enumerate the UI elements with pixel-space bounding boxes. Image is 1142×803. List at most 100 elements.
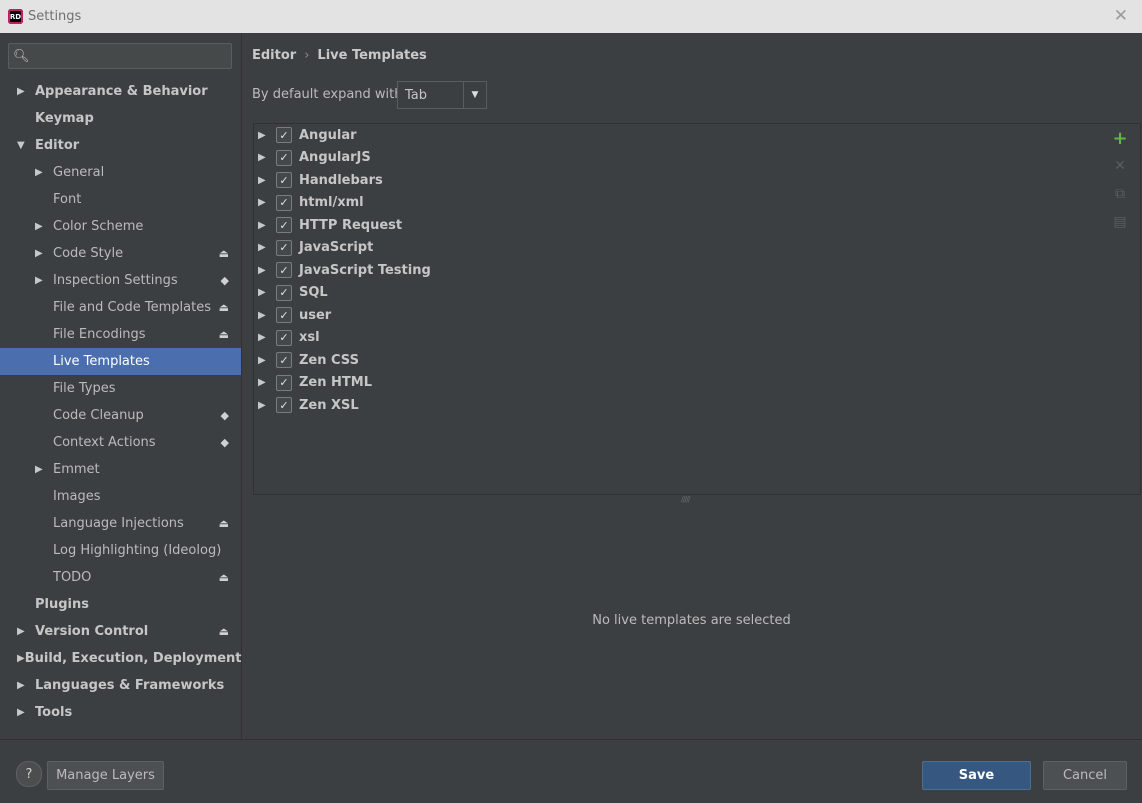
template-group-checkbox[interactable]: ✓ — [276, 352, 292, 369]
sidebar-item[interactable]: Context Actions ◆ — [0, 429, 241, 456]
sidebar-item[interactable]: ▼ Editor — [0, 132, 241, 159]
copy-icon[interactable]: ⧉ — [1106, 180, 1134, 208]
sidebar-item[interactable]: File Types — [0, 375, 241, 402]
chevron-right-icon[interactable]: ▶ — [35, 248, 53, 259]
template-group-label: Angular — [299, 127, 357, 143]
chevron-right-icon[interactable]: ▶ — [17, 707, 35, 718]
template-group-checkbox[interactable]: ✓ — [276, 307, 292, 324]
chevron-right-icon[interactable]: ▶ — [258, 130, 276, 141]
search-box[interactable]: 🔍︎ — [8, 43, 232, 69]
restore-icon[interactable]: ▤ — [1106, 208, 1134, 236]
chevron-right-icon[interactable]: ▶ — [258, 220, 276, 231]
sidebar-item[interactable]: Code Cleanup ◆ — [0, 402, 241, 429]
sidebar-item[interactable]: Font — [0, 186, 241, 213]
template-group-row[interactable]: ▶ ✓ JavaScript Testing — [254, 259, 1101, 282]
sidebar-item[interactable]: Keymap — [0, 105, 241, 132]
search-input[interactable] — [29, 48, 231, 64]
sidebar-item-label: File and Code Templates — [53, 300, 211, 315]
sidebar-item[interactable]: ▶ Tools — [0, 699, 241, 726]
chevron-right-icon[interactable]: ▶ — [17, 653, 25, 664]
sidebar-item[interactable]: ▶ Code Style ⏏ — [0, 240, 241, 267]
sidebar-item[interactable]: ▶ Inspection Settings ◆ — [0, 267, 241, 294]
template-group-row[interactable]: ▶ ✓ HTTP Request — [254, 214, 1101, 237]
chevron-right-icon[interactable]: ▶ — [258, 175, 276, 186]
sidebar-item[interactable]: ▶ Languages & Frameworks — [0, 672, 241, 699]
save-button[interactable]: Save — [922, 761, 1031, 790]
template-group-checkbox[interactable]: ✓ — [276, 194, 292, 211]
close-icon[interactable]: ✕ — [1106, 152, 1134, 180]
chevron-right-icon[interactable]: ▶ — [17, 680, 35, 691]
sidebar-item-label: Build, Execution, Deployment — [24, 651, 242, 666]
chevron-right-icon[interactable]: ▶ — [17, 86, 35, 97]
template-group-checkbox[interactable]: ✓ — [276, 149, 292, 166]
template-group-label: Zen HTML — [299, 375, 372, 391]
chevron-right-icon[interactable]: ▶ — [35, 221, 53, 232]
lock-icon: ⏏ — [218, 625, 229, 638]
chevron-down-icon[interactable]: ▼ — [17, 140, 35, 151]
template-group-row[interactable]: ▶ ✓ html/xml — [254, 192, 1101, 215]
sidebar-item[interactable]: ▶ Color Scheme — [0, 213, 241, 240]
chevron-right-icon[interactable]: ▶ — [258, 242, 276, 253]
chevron-right-icon[interactable]: ▶ — [35, 464, 53, 475]
plus-icon[interactable]: + — [1106, 124, 1134, 152]
sidebar-item[interactable]: ▶ Appearance & Behavior — [0, 78, 241, 105]
sidebar-item-label: Plugins — [35, 597, 89, 612]
template-group-checkbox[interactable]: ✓ — [276, 329, 292, 346]
chevron-right-icon[interactable]: ▶ — [258, 287, 276, 298]
sidebar-item[interactable]: TODO ⏏ — [0, 564, 241, 591]
sidebar-item-label: Live Templates — [53, 354, 150, 369]
sidebar-item[interactable]: Plugins — [0, 591, 241, 618]
chevron-right-icon[interactable]: ▶ — [258, 400, 276, 411]
chevron-right-icon[interactable]: ▶ — [258, 197, 276, 208]
template-group-checkbox[interactable]: ✓ — [276, 239, 292, 256]
template-group-label: xsl — [299, 330, 320, 346]
sidebar-item[interactable]: Language Injections ⏏ — [0, 510, 241, 537]
cancel-button[interactable]: Cancel — [1043, 761, 1127, 790]
template-group-checkbox[interactable]: ✓ — [276, 127, 292, 144]
sidebar-item[interactable]: ▶ Build, Execution, Deployment — [0, 645, 242, 672]
sidebar-item[interactable]: Live Templates — [0, 348, 241, 375]
help-button[interactable]: ? — [16, 761, 42, 787]
template-group-row[interactable]: ▶ ✓ Zen HTML — [254, 372, 1101, 395]
sidebar-item[interactable]: File Encodings ⏏ — [0, 321, 241, 348]
sidebar-item[interactable]: File and Code Templates ⏏ — [0, 294, 241, 321]
template-group-row[interactable]: ▶ ✓ JavaScript — [254, 237, 1101, 260]
chevron-right-icon[interactable]: ▶ — [35, 275, 53, 286]
chevron-right-icon[interactable]: ▶ — [258, 265, 276, 276]
chevron-right-icon[interactable]: ▶ — [258, 355, 276, 366]
search-icon[interactable]: 🔍︎ — [13, 49, 30, 64]
template-group-checkbox[interactable]: ✓ — [276, 172, 292, 189]
chevron-right-icon[interactable]: ▶ — [258, 310, 276, 321]
template-group-row[interactable]: ▶ ✓ Handlebars — [254, 169, 1101, 192]
template-group-checkbox[interactable]: ✓ — [276, 262, 292, 279]
template-group-checkbox[interactable]: ✓ — [276, 217, 292, 234]
template-group-row[interactable]: ▶ ✓ AngularJS — [254, 147, 1101, 170]
chevron-down-icon[interactable]: ▼ — [463, 82, 486, 108]
manage-layers-button[interactable]: Manage Layers — [47, 761, 164, 790]
chevron-right-icon[interactable]: ▶ — [258, 152, 276, 163]
template-group-row[interactable]: ▶ ✓ Zen XSL — [254, 394, 1101, 417]
sidebar-item-label: Version Control — [35, 624, 149, 639]
sidebar-item[interactable]: Images — [0, 483, 241, 510]
layers-icon: ◆ — [220, 436, 229, 449]
chevron-right-icon[interactable]: ▶ — [35, 167, 53, 178]
template-group-row[interactable]: ▶ ✓ xsl — [254, 327, 1101, 350]
close-icon[interactable]: ✕ — [1114, 6, 1128, 26]
template-group-checkbox[interactable]: ✓ — [276, 397, 292, 414]
chevron-right-icon[interactable]: ▶ — [258, 332, 276, 343]
template-group-row[interactable]: ▶ ✓ user — [254, 304, 1101, 327]
sidebar-item-label: General — [53, 165, 105, 180]
sidebar-item[interactable]: ▶ General — [0, 159, 241, 186]
template-group-row[interactable]: ▶ ✓ Angular — [254, 124, 1101, 147]
template-group-checkbox[interactable]: ✓ — [276, 284, 292, 301]
expand-with-select[interactable]: Tab ▼ — [397, 81, 487, 109]
template-group-checkbox[interactable]: ✓ — [276, 374, 292, 391]
sidebar-item[interactable]: ▶ Version Control ⏏ — [0, 618, 241, 645]
template-group-row[interactable]: ▶ ✓ SQL — [254, 282, 1101, 305]
chevron-right-icon[interactable]: ▶ — [258, 377, 276, 388]
sidebar-item[interactable]: ▶ Emmet — [0, 456, 241, 483]
chevron-right-icon[interactable]: ▶ — [17, 626, 35, 637]
sidebar-item[interactable]: Log Highlighting (Ideolog) — [0, 537, 241, 564]
splitter-handle[interactable]: ///// — [681, 495, 691, 504]
template-group-row[interactable]: ▶ ✓ Zen CSS — [254, 349, 1101, 372]
